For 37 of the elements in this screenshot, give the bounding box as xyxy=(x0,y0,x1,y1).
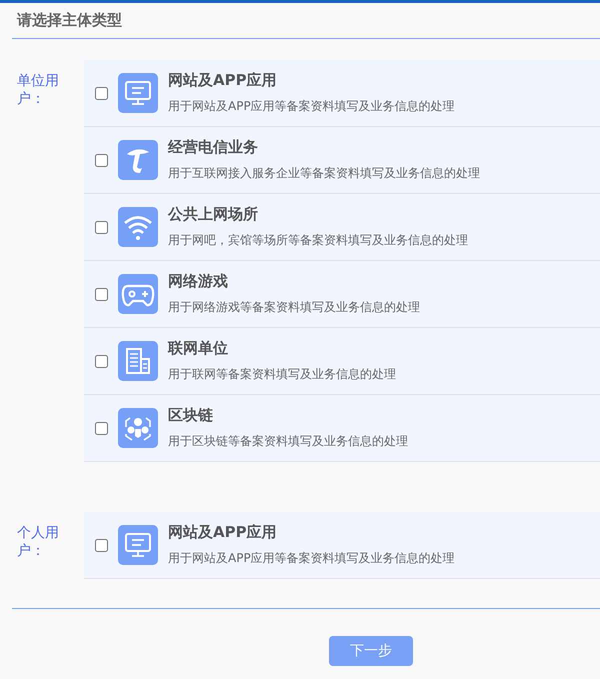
wifi-icon xyxy=(118,207,158,247)
option-description: 用于网站及APP应用等备案资料填写及业务信息的处理 xyxy=(168,98,455,115)
building-icon xyxy=(118,341,158,381)
option-title: 网站及APP应用 xyxy=(168,523,278,542)
option-description: 用于区块链等备案资料填写及业务信息的处理 xyxy=(168,433,408,450)
option-row[interactable]: 公共上网场所 用于网吧，宾馆等场所等备案资料填写及业务信息的处理 xyxy=(84,194,600,261)
option-title: 联网单位 xyxy=(168,339,229,358)
gamepad-icon xyxy=(118,274,158,314)
option-row[interactable]: 联网单位 用于联网等备案资料填写及业务信息的处理 xyxy=(84,328,600,395)
checkbox[interactable] xyxy=(95,86,108,100)
option-title: 网站及APP应用 xyxy=(168,71,278,90)
checkbox[interactable] xyxy=(95,154,108,166)
option-description: 用于网吧，宾馆等场所等备案资料填写及业务信息的处理 xyxy=(168,232,468,249)
option-row[interactable]: 网站及APP应用 用于网站及APP应用等备案资料填写及业务信息的处理 xyxy=(84,60,600,127)
option-description: 用于网络游戏等备案资料填写及业务信息的处理 xyxy=(168,299,420,316)
checkbox[interactable] xyxy=(95,538,108,552)
option-title: 网络游戏 xyxy=(168,272,229,291)
monitor-icon xyxy=(118,525,158,565)
option-row[interactable]: 网站及APP应用 用于网站及APP应用等备案资料填写及业务信息的处理 xyxy=(84,512,600,579)
option-description: 用于联网等备案资料填写及业务信息的处理 xyxy=(168,366,396,383)
option-row[interactable]: 经营电信业务 用于互联网接入服务企业等备案资料填写及业务信息的处理 xyxy=(84,127,600,194)
option-row[interactable]: 网络游戏 用于网络游戏等备案资料填写及业务信息的处理 xyxy=(84,261,600,328)
checkbox[interactable] xyxy=(95,354,108,368)
option-title: 经营电信业务 xyxy=(168,138,259,157)
option-title: 区块链 xyxy=(168,406,214,425)
group-label: 单位用户： xyxy=(16,72,60,109)
group-label: 个人用户： xyxy=(16,524,60,561)
option-description: 用于互联网接入服务企业等备案资料填写及业务信息的处理 xyxy=(168,165,480,182)
checkbox[interactable] xyxy=(95,422,108,434)
checkbox[interactable] xyxy=(95,288,108,300)
option-row[interactable]: 区块链 用于区块链等备案资料填写及业务信息的处理 xyxy=(84,395,600,462)
page-title: 请选择主体类型 xyxy=(17,11,122,30)
option-description: 用于网站及APP应用等备案资料填写及业务信息的处理 xyxy=(168,550,455,567)
blockchain-icon xyxy=(118,408,158,448)
option-title: 公共上网场所 xyxy=(168,205,259,224)
checkbox[interactable] xyxy=(95,220,108,234)
monitor-icon xyxy=(118,73,158,113)
